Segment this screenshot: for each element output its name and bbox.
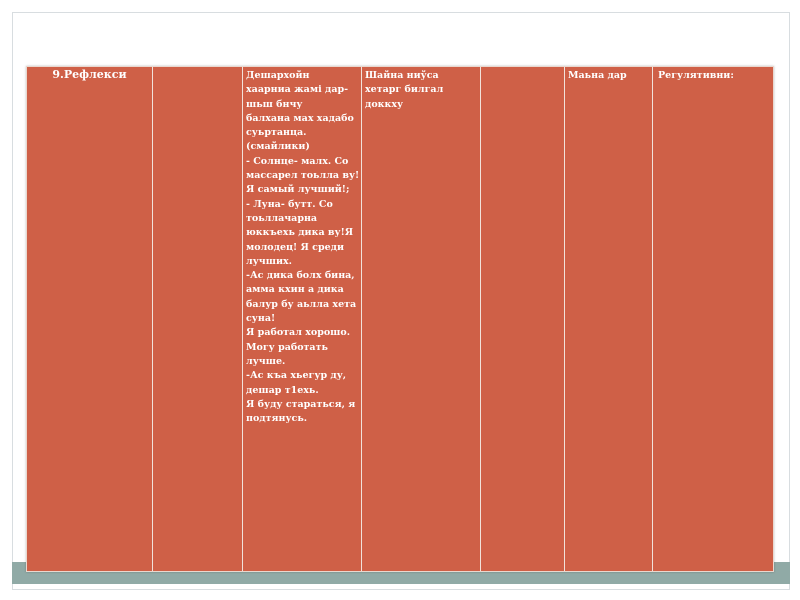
student-activity-cell: Шайна ниўса хетарг билгал доккху [365, 70, 444, 110]
column-divider [652, 67, 653, 571]
text-line: хаарниа жамі дар- [246, 84, 349, 96]
lesson-plan-table: 9.Рефлекси Дешархойн хаарниа жамі дар- ш… [26, 66, 774, 572]
text-line: лучше. [246, 355, 286, 367]
column-divider [361, 67, 362, 571]
text-line: суьртанца. [246, 127, 307, 139]
text-line: массарел тоьлла ву! [246, 170, 360, 182]
text-line: -Ас къа хьегур ду, [246, 370, 347, 382]
column-divider [480, 67, 481, 571]
meaning-cell: Маьна дар [568, 70, 627, 81]
text-line: -Ас дика болх бина, [246, 270, 355, 282]
text-line: (смайлики) [246, 141, 310, 153]
text-line: юккъехь дика ву!Я [246, 227, 354, 239]
text-line: амма кхин а дика [246, 284, 344, 296]
text-line: Я самый лучший!; [246, 184, 350, 196]
column-divider [152, 67, 153, 571]
text-line: подтянусь. [246, 413, 308, 425]
text-line: лучших. [246, 255, 292, 267]
text-line: молодец! Я среди [246, 241, 345, 253]
activity-description-cell: Дешархойн хаарниа жамі дар- шьш бнчу бал… [246, 69, 360, 426]
text-line: тоьллачарна [246, 212, 318, 224]
text-line: балур бу аьлла хета [246, 298, 357, 310]
text-line: Я буду стараться, я [246, 398, 356, 410]
text-line: Могу работать [246, 341, 328, 353]
column-divider [242, 67, 243, 571]
text-line: Дешархойн [246, 70, 310, 81]
text-line: шьш бнчу [246, 98, 303, 110]
text-line: балхана мах хадабо [246, 112, 354, 124]
text-line: дешар т1ехь. [246, 384, 319, 396]
text-line: - Солнце- малх. Со [246, 155, 349, 167]
lesson-step-cell: 9.Рефлекси [52, 68, 127, 81]
column-divider [564, 67, 565, 571]
regulatory-uud-cell: Регулятивни: [658, 70, 734, 81]
text-line: - Луна- бутт. Со [246, 198, 333, 210]
text-line: Я работал хорошо. [246, 327, 351, 339]
text-line: суна! [246, 313, 276, 325]
